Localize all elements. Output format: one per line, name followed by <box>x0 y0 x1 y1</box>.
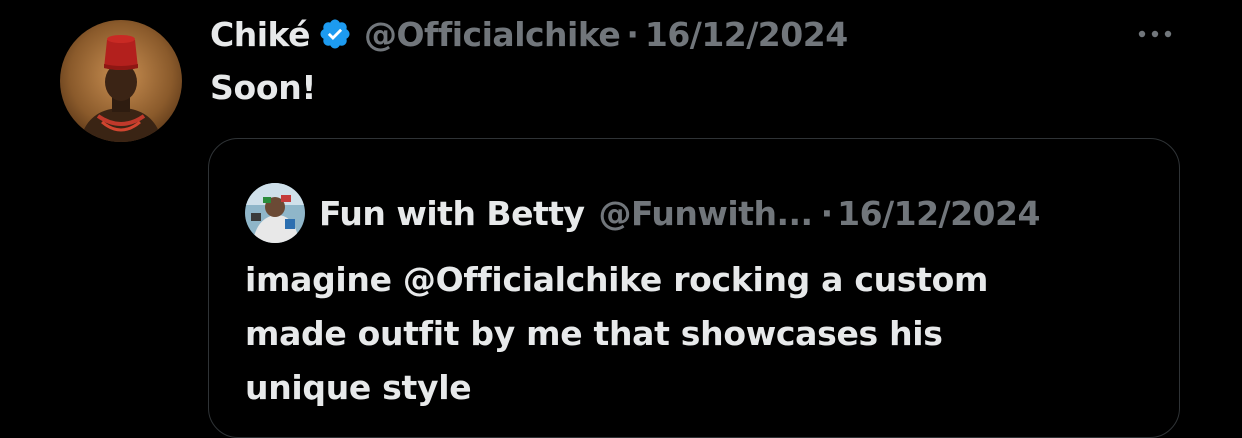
quoted-post-header: Fun with Betty @Funwith... · 16/12/2024 <box>319 183 1040 243</box>
quoted-post-text: imagine @Officialchike rocking a custom … <box>245 253 1145 415</box>
post-header: Chiké @Officialchike · 16/12/2024 <box>210 10 848 58</box>
verified-badge-icon <box>318 17 352 51</box>
header-separator: · <box>626 14 639 54</box>
post-text: Soon! <box>210 68 317 107</box>
quoted-author-avatar[interactable] <box>245 183 305 243</box>
avatar-photo <box>60 20 182 142</box>
quoted-post[interactable]: Fun with Betty @Funwith... · 16/12/2024 … <box>208 138 1180 438</box>
ellipsis-icon <box>1138 30 1172 38</box>
tweet[interactable]: Chiké @Officialchike · 16/12/2024 Soon! <box>0 0 1242 438</box>
author-avatar[interactable] <box>60 20 182 142</box>
quoted-text-line: imagine @Officialchike rocking a custom <box>245 260 989 299</box>
quoted-post-date[interactable]: 16/12/2024 <box>837 194 1040 233</box>
quoted-text-line: made outfit by me that showcases his <box>245 314 943 353</box>
quoted-text-line: unique style <box>245 368 472 407</box>
author-display-name[interactable]: Chiké <box>210 15 310 54</box>
avatar-photo <box>245 183 305 243</box>
post-date[interactable]: 16/12/2024 <box>645 15 848 54</box>
quoted-author-display-name[interactable]: Fun with Betty <box>319 194 585 233</box>
quoted-author-handle[interactable]: @Funwith... <box>599 194 814 233</box>
more-options-button[interactable] <box>1130 14 1180 54</box>
quoted-header-separator: · <box>820 193 834 233</box>
author-handle[interactable]: @Officialchike <box>364 15 621 54</box>
